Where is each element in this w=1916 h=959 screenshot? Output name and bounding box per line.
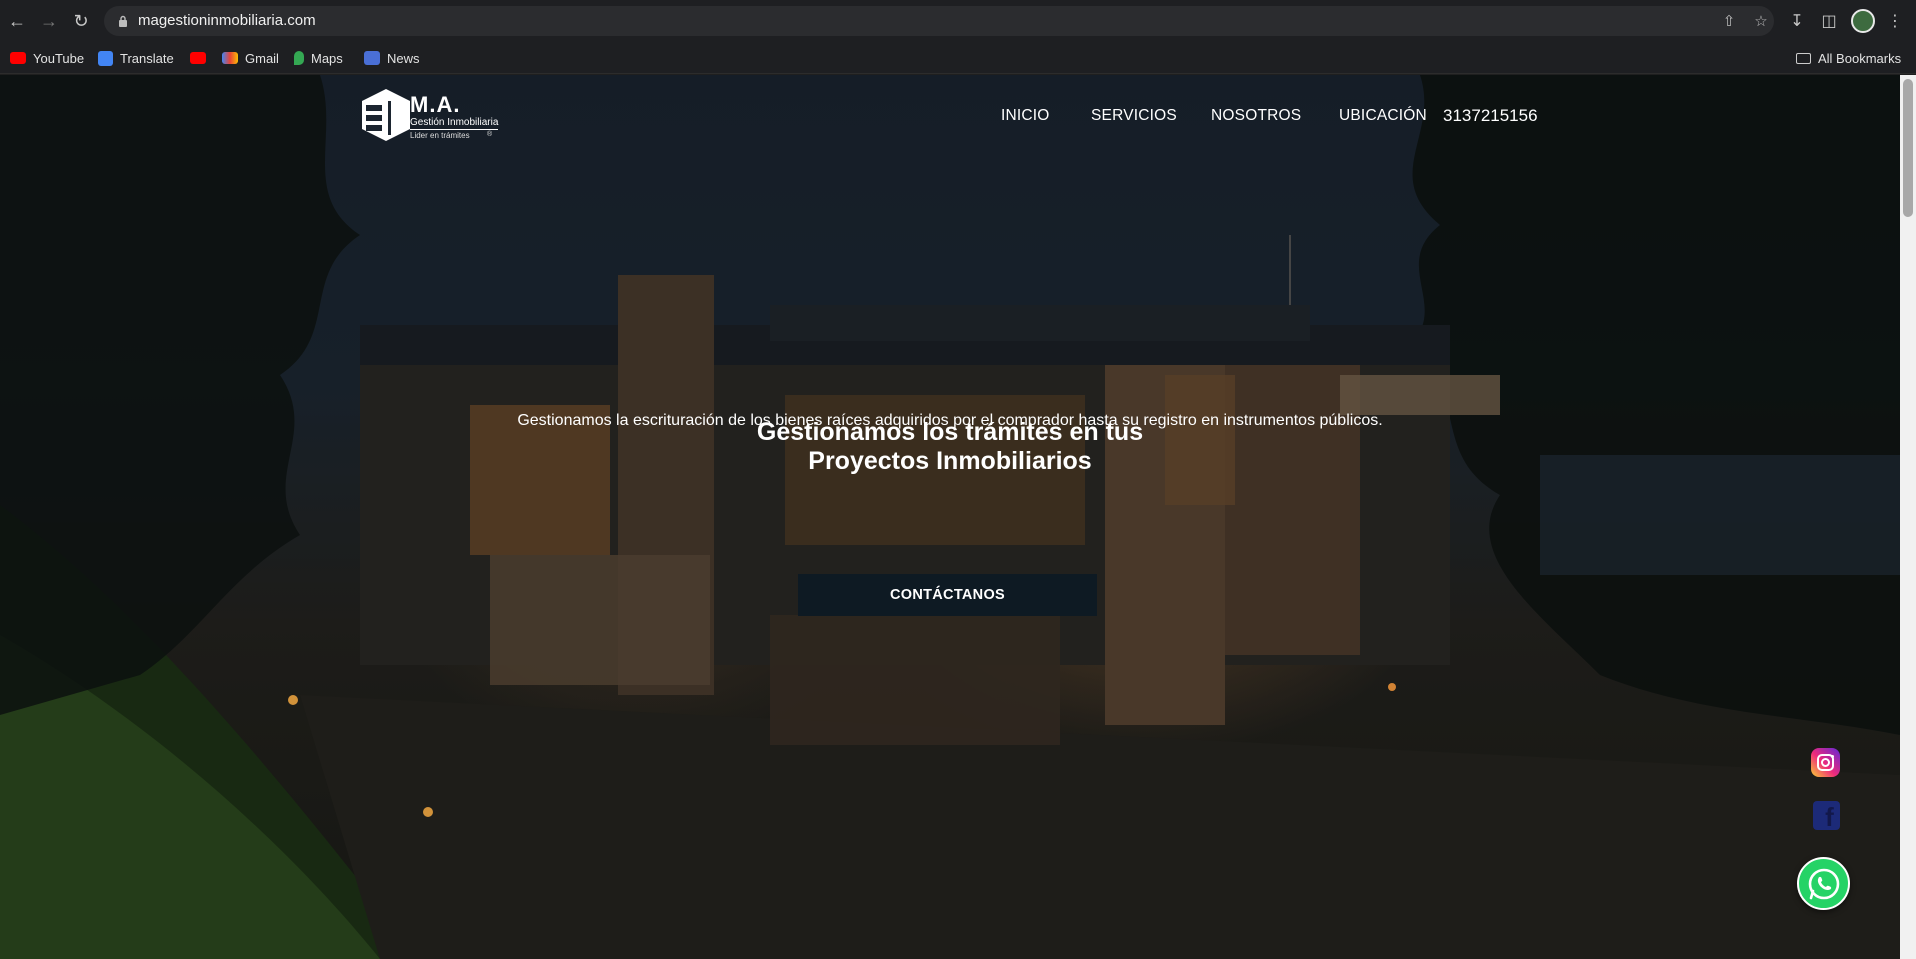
browser-toolbar: ← → ↻ magestioninmobiliaria.com ⇧ ☆ ↧ ◫ … [0, 0, 1916, 42]
all-bookmarks[interactable]: All Bookmarks [1796, 49, 1901, 67]
forward-icon[interactable]: → [38, 10, 60, 32]
share-icon[interactable]: ⇧ [1720, 12, 1738, 30]
hero-subtitle: Gestionamos la escrituración de los bien… [517, 412, 1383, 429]
hero-background [0, 75, 1900, 959]
star-icon[interactable]: ☆ [1752, 12, 1770, 30]
bookmarks-bar: YouTube Translate Gmail Maps News All Bo… [0, 42, 1916, 74]
back-icon[interactable]: ← [6, 10, 28, 32]
translate-icon [98, 50, 113, 66]
instagram-icon[interactable] [1811, 748, 1840, 777]
download-icon[interactable]: ↧ [1786, 10, 1808, 32]
whatsapp-icon[interactable] [1797, 857, 1850, 910]
maps-icon [294, 51, 304, 65]
logo-mark-icon [362, 89, 410, 141]
avatar[interactable] [1851, 9, 1875, 33]
lock-icon [119, 15, 127, 27]
contact-button[interactable]: CONTÁCTANOS [798, 574, 1097, 616]
page-viewport: M.A. Gestión Inmobiliaria Lider en trámi… [0, 75, 1900, 959]
bookmark-gmail[interactable]: Gmail [222, 49, 279, 67]
logo-tagline: Lider en trámites [410, 131, 470, 140]
nav-phone[interactable]: 3137215156 [1443, 106, 1538, 126]
facebook-icon[interactable]: f [1813, 801, 1840, 830]
logo-title: M.A. [410, 92, 461, 117]
nav-inicio[interactable]: INICIO [1001, 107, 1050, 125]
nav-ubicacion[interactable]: UBICACIÓN [1339, 107, 1427, 125]
bookmark-youtube-2[interactable] [190, 49, 206, 67]
menu-icon[interactable]: ⋮ [1884, 10, 1906, 32]
bookmark-maps[interactable]: Maps [294, 49, 343, 67]
youtube-icon [10, 52, 26, 64]
gmail-icon [222, 52, 238, 64]
bookmark-news[interactable]: News [364, 49, 420, 67]
address-bar[interactable]: magestioninmobiliaria.com ⇧ ☆ [104, 6, 1774, 36]
hero-overlay [0, 75, 1900, 959]
folder-icon [1796, 52, 1811, 64]
site-logo[interactable]: M.A. Gestión Inmobiliaria Lider en trámi… [362, 89, 499, 145]
nav-nosotros[interactable]: NOSOTROS [1211, 107, 1301, 125]
news-icon [364, 51, 380, 65]
side-panel-icon[interactable]: ◫ [1818, 10, 1840, 32]
bookmark-youtube[interactable]: YouTube [10, 49, 84, 67]
logo-registered: ® [487, 131, 493, 138]
scrollbar-thumb[interactable] [1903, 79, 1913, 217]
reload-icon[interactable]: ↻ [70, 10, 92, 32]
url-text: magestioninmobiliaria.com [138, 12, 316, 29]
youtube-icon [190, 52, 206, 64]
bookmark-translate[interactable]: Translate [98, 49, 174, 67]
logo-subtitle: Gestión Inmobiliaria [410, 117, 499, 130]
page-scrollbar[interactable] [1900, 75, 1916, 959]
nav-servicios[interactable]: SERVICIOS [1091, 107, 1177, 125]
